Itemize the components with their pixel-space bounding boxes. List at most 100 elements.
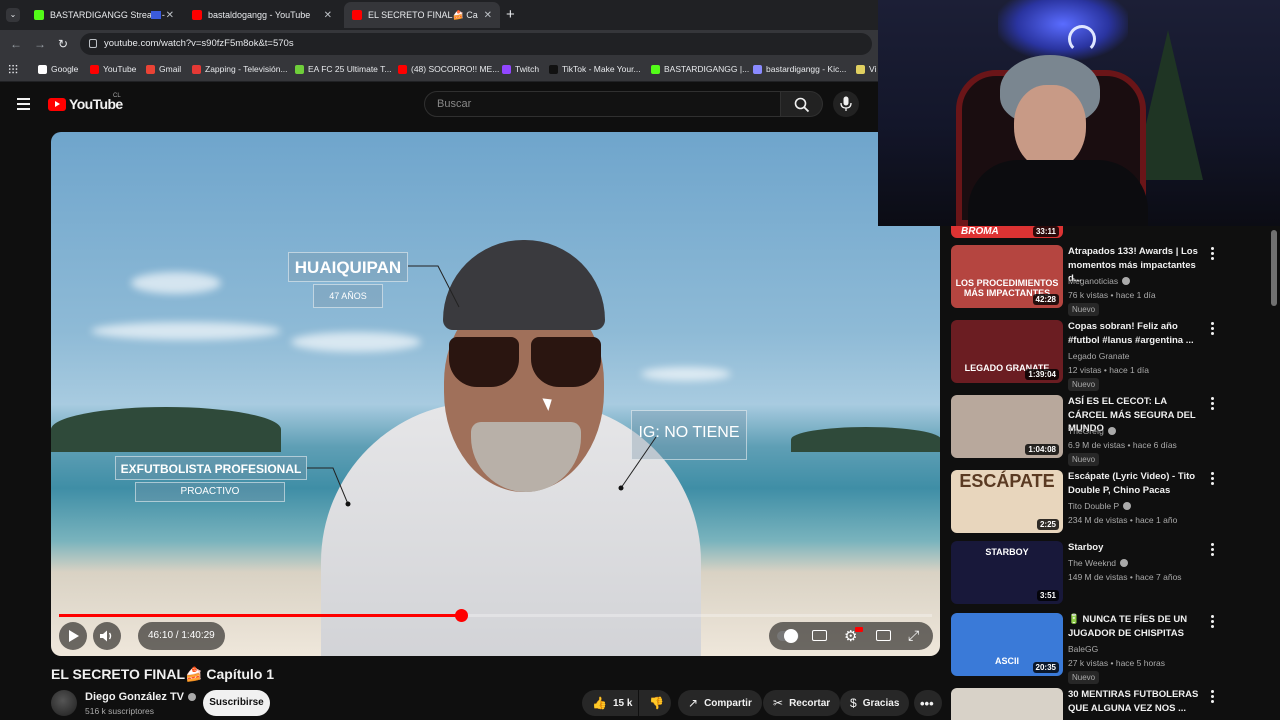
bookmark-item[interactable]: TikTok - Make Your... [549, 64, 641, 74]
more-vertical-icon[interactable] [1211, 472, 1215, 487]
recommendation-channel: Legado Granate [1068, 351, 1130, 361]
recommendation-partial[interactable]: BROMA 33:11 [951, 226, 1241, 238]
bookmark-item[interactable]: EA FC 25 Ultimate T... [295, 64, 391, 74]
bookmark-item[interactable]: bastardigangg - Kic... [753, 64, 846, 74]
menu-icon[interactable] [17, 98, 30, 110]
search-button[interactable] [781, 91, 823, 117]
webcam-overlay [878, 0, 1280, 226]
volume-button[interactable] [93, 622, 121, 650]
bookmark-favicon-icon [146, 64, 155, 74]
progress-bar[interactable] [59, 609, 932, 622]
youtube-header: YouTube CL Buscar [0, 82, 940, 128]
share-icon: ↗ [688, 696, 699, 710]
close-icon[interactable]: ✕ [166, 10, 174, 21]
close-icon[interactable]: ✕ [324, 10, 332, 21]
close-icon[interactable]: ✕ [484, 10, 492, 21]
bookmark-item[interactable]: Vi [856, 64, 876, 74]
hd-badge [855, 627, 863, 632]
like-button[interactable]: 👍 15 k [582, 690, 638, 716]
bookmark-item[interactable]: Twitch [502, 64, 539, 74]
more-vertical-icon[interactable] [1211, 690, 1215, 705]
mic-icon [840, 96, 852, 111]
channel-name[interactable]: Diego González TV [85, 691, 197, 703]
recommendation-channel: BaleGG [1068, 644, 1099, 654]
forward-icon[interactable]: → [34, 37, 46, 51]
search-icon [794, 97, 810, 113]
more-actions-button[interactable]: ••• [914, 690, 942, 716]
progress-scrubber[interactable] [454, 609, 468, 622]
recommendation-title: Escápate (Lyric Video) - Tito Double P, … [1068, 471, 1196, 496]
thumbs-up-icon: 👍 [592, 696, 607, 710]
bookmark-favicon-icon [502, 64, 511, 74]
thumbnail-text: STARBOY [985, 547, 1029, 557]
clip-button[interactable]: ✂ Recortar [763, 690, 841, 716]
bookmark-favicon-icon [90, 64, 99, 74]
bookmark-item[interactable]: (48) SOCORRO!! ME... [398, 64, 499, 74]
channel-avatar[interactable] [51, 690, 77, 716]
ceiling-light [998, 0, 1128, 60]
voice-search-button[interactable] [833, 91, 859, 117]
recommendation-meta: 76 k vistas • hace 1 día [1068, 290, 1156, 300]
recommendation-item[interactable]: 1:04:08 ASÍ ES EL CECOT: LA CÁRCEL MÁS SE… [951, 395, 1241, 466]
video-player[interactable]: HUAIQUIPAN 47 AÑOS EXFUTBOLISTA PROFESIO… [51, 132, 940, 656]
play-button[interactable] [59, 622, 87, 650]
recommendation-item[interactable]: LOS PROCEDIMIENTOS MÁS IMPACTANTES 42:28 A… [951, 245, 1241, 316]
dislike-button[interactable]: 👎 [639, 690, 671, 716]
recommendation-item[interactable]: 30 MENTIRAS FUTBOLERAS QUE ALGUNA VEZ NO… [951, 688, 1241, 720]
browser-tab[interactable]: bastaldogangg - YouTube ✕ [184, 2, 340, 28]
video-thumbnail: STARBOY 3:51 [951, 541, 1063, 604]
bookmark-item[interactable]: YouTube [90, 64, 136, 74]
miniplayer-icon[interactable] [876, 630, 891, 641]
new-badge: Nuevo [1068, 453, 1100, 466]
more-vertical-icon[interactable] [1211, 543, 1215, 558]
more-vertical-icon[interactable] [1211, 397, 1215, 412]
recommendation-item[interactable]: ESCÁPATE 2:25 Escápate (Lyric Video) - Tit… [951, 470, 1241, 538]
subscribe-button[interactable]: Suscribirse [203, 690, 270, 716]
share-button[interactable]: ↗ Compartir [678, 690, 762, 716]
new-tab-icon[interactable]: + [506, 6, 515, 23]
recommendation-item[interactable]: LEGADO GRANATE 1:39:04 Copas sobran! Feliz… [951, 320, 1241, 391]
site-info-icon[interactable] [89, 39, 97, 48]
subtitles-icon[interactable] [812, 630, 827, 641]
thanks-icon: $ [850, 696, 857, 710]
back-icon[interactable]: ← [10, 37, 22, 51]
fullscreen-icon[interactable]: ⤢ [908, 627, 919, 644]
bookmark-favicon-icon [398, 64, 407, 74]
bookmark-favicon-icon [856, 64, 865, 74]
time-display: 46:10 / 1:40:29 [138, 622, 225, 650]
bookmark-item[interactable]: BASTARDIGANGG |... [651, 64, 749, 74]
recommendation-title: Starboy [1068, 542, 1104, 553]
duration-badge: 2:25 [1036, 519, 1059, 530]
apps-grid-icon[interactable] [8, 64, 18, 74]
url-field[interactable]: youtube.com/watch?v=s90fzF5m8ok&t=570s [80, 33, 872, 55]
more-vertical-icon[interactable] [1211, 247, 1215, 262]
more-vertical-icon[interactable] [1211, 615, 1215, 630]
recommendation-meta: 6.9 M de vistas • hace 6 días [1068, 440, 1177, 450]
reload-icon[interactable]: ↻ [58, 37, 68, 51]
search-input[interactable]: Buscar [424, 91, 781, 117]
tab-list-button[interactable]: ⌄ [6, 8, 20, 22]
bookmarks-bar: Google YouTube Gmail Zapping - Televisión..… [0, 58, 880, 82]
browser-tab-active[interactable]: EL SECRETO FINAL🍰 Capítulo ✕ [344, 2, 500, 28]
video-thumbnail: LOS PROCEDIMIENTOS MÁS IMPACTANTES 42:28 [951, 245, 1063, 308]
sidebar-scrollbar[interactable] [1271, 230, 1277, 306]
recommendation-meta: 149 M de vistas • hace 7 años [1068, 572, 1182, 582]
youtube-logo[interactable]: YouTube CL [48, 93, 123, 112]
bookmark-favicon-icon [753, 64, 762, 74]
bookmark-item[interactable]: Zapping - Televisión... [192, 64, 288, 74]
browser-tab[interactable]: BASTARDIGANGG Stream - ✕ [26, 2, 182, 28]
bookmark-item[interactable]: Google [38, 64, 78, 74]
recommendation-title: Copas sobran! Feliz año #futbol #lanus #… [1068, 321, 1194, 346]
recommendation-item[interactable]: ASCII 20:35 🔋 NUNCA TE FÍES DE UN JUGADOR … [951, 613, 1241, 684]
more-vertical-icon[interactable] [1211, 322, 1215, 337]
recommendation-item[interactable]: STARBOY 3:51 Starboy The Weeknd 149 M de vis… [951, 541, 1241, 609]
recommendation-channel: TheGrefg [1068, 426, 1116, 436]
address-bar-row: ← → ↻ youtube.com/watch?v=s90fzF5m8ok&t=… [0, 30, 880, 58]
new-badge: Nuevo [1068, 303, 1100, 316]
recommendation-meta: 27 k vistas • hace 5 horas [1068, 658, 1165, 668]
recommendation-title: 30 MENTIRAS FUTBOLERAS QUE ALGUNA VEZ NO… [1068, 689, 1199, 714]
video-thumbnail: 1:04:08 [951, 395, 1063, 458]
duration-badge: 3:51 [1036, 590, 1059, 601]
bookmark-item[interactable]: Gmail [146, 64, 181, 74]
thanks-button[interactable]: $ Gracias [840, 690, 910, 716]
